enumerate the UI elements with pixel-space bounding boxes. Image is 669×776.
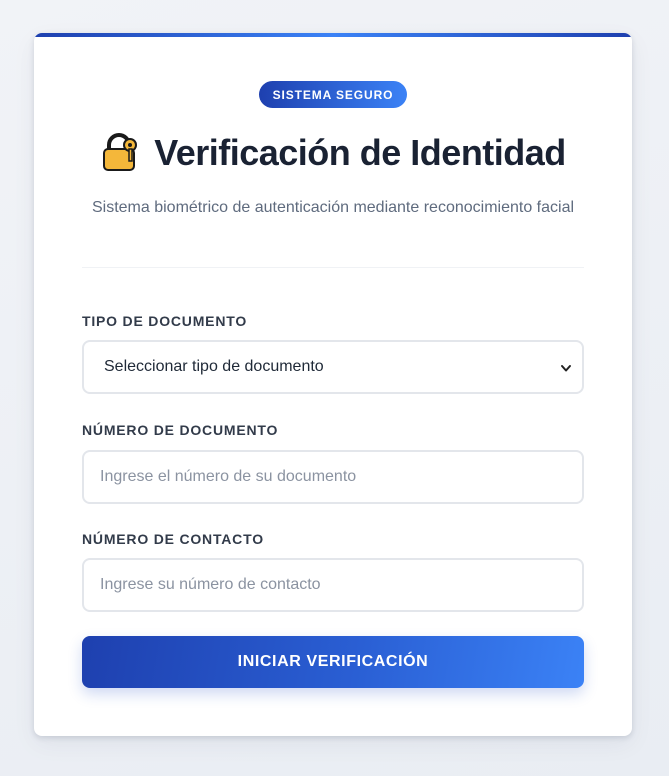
contact-number-label: NÚMERO DE CONTACTO [82,531,264,547]
header-divider [82,267,584,268]
document-type-label: TIPO DE DOCUMENTO [82,313,248,329]
document-number-placeholder: Ingrese el número de su documento [100,468,357,485]
document-number-label: NÚMERO DE DOCUMENTO [82,422,279,438]
start-verification-button[interactable]: INICIAR VERIFICACIÓN [82,636,584,688]
title-row: Verificación de Identidad [34,129,632,177]
document-type-select[interactable]: Seleccionar tipo de documento [82,340,584,394]
card-accent-bar [34,33,632,37]
verification-card: SISTEMA SEGURO Verificación de Identidad… [34,33,632,736]
chevron-down-icon [560,361,572,373]
page-title: Verificación de Identidad [154,132,566,173]
contact-number-placeholder: Ingrese su número de contacto [100,576,321,593]
contact-number-input[interactable]: Ingrese su número de contacto [82,558,584,612]
lock-with-key-icon [100,132,142,174]
document-type-selected-value: Seleccionar tipo de documento [104,358,324,375]
secure-system-badge: SISTEMA SEGURO [259,81,407,108]
document-number-input[interactable]: Ingrese el número de su documento [82,450,584,504]
page-subtitle: Sistema biométrico de autenticación medi… [91,199,575,216]
